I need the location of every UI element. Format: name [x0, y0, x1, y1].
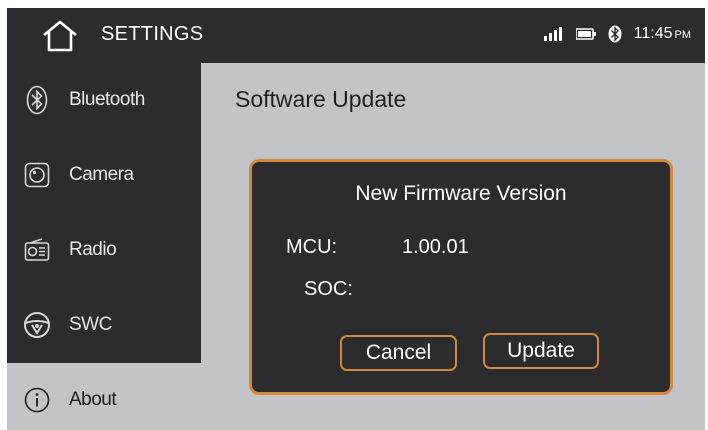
- bluetooth-icon: [608, 25, 622, 43]
- status-area: 11:45 PM: [543, 22, 691, 46]
- app-screen: SETTINGS 11:45 PM Bluetooth Camera Radio…: [7, 8, 705, 430]
- signal-icon: [543, 27, 564, 41]
- info-icon: [23, 385, 51, 415]
- camera-icon: [23, 160, 51, 190]
- clock-ampm: PM: [674, 29, 692, 41]
- sidebar-item-label: Radio: [69, 239, 117, 260]
- sidebar-item-camera[interactable]: Camera: [7, 138, 201, 213]
- bluetooth-icon: [23, 85, 51, 115]
- sidebar-item-label: Camera: [69, 164, 134, 185]
- sidebar-item-bluetooth[interactable]: Bluetooth: [7, 63, 201, 138]
- battery-icon: [575, 28, 596, 40]
- cancel-button[interactable]: Cancel: [340, 335, 457, 371]
- app-title: SETTINGS: [101, 23, 204, 45]
- sidebar-item-label: SWC: [69, 314, 112, 335]
- sidebar: Bluetooth Camera Radio SWC About: [7, 63, 201, 430]
- home-icon: [43, 20, 77, 52]
- sidebar-item-radio[interactable]: Radio: [7, 213, 201, 288]
- sidebar-item-swc[interactable]: SWC: [7, 288, 201, 363]
- page-title: Software Update: [235, 86, 407, 112]
- steering-wheel-icon: [23, 310, 51, 340]
- mcu-label: MCU:: [286, 236, 338, 258]
- radio-icon: [23, 235, 51, 265]
- firmware-update-dialog: New Firmware Version MCU: 1.00.01 SOC: C…: [249, 159, 673, 395]
- dialog-title: New Firmware Version: [355, 182, 567, 205]
- home-button[interactable]: [41, 20, 79, 52]
- clock: 11:45 PM: [634, 25, 691, 43]
- clock-time: 11:45: [633, 25, 673, 42]
- soc-label: SOC:: [304, 278, 353, 300]
- sidebar-item-label: About: [69, 389, 117, 410]
- mcu-version-value: 1.00.01: [402, 236, 469, 258]
- sidebar-item-label: Bluetooth: [69, 89, 145, 110]
- sidebar-item-about[interactable]: About: [7, 363, 201, 430]
- update-button[interactable]: Update: [483, 333, 599, 369]
- top-bar: SETTINGS 11:45 PM: [7, 8, 705, 63]
